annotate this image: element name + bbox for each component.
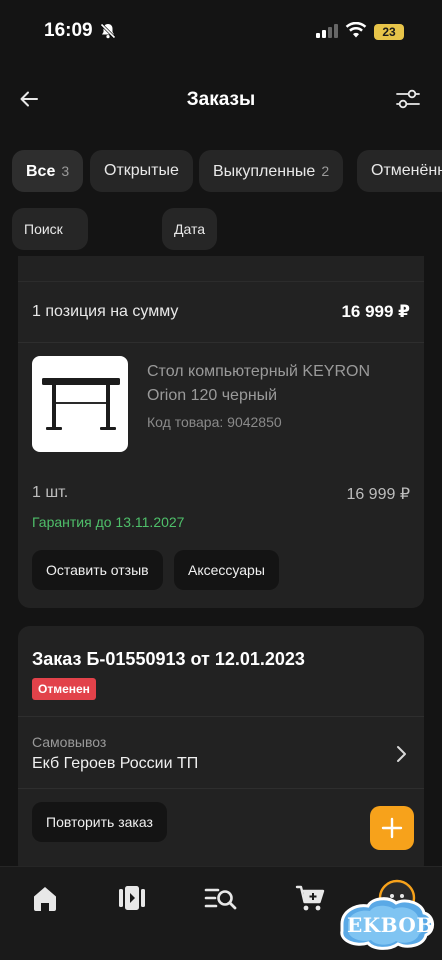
date-filter-button[interactable]: Дата (162, 208, 218, 250)
tab-cancelled[interactable]: Отменённые (357, 150, 442, 192)
product-name[interactable]: Стол компьютерный KEYRON Orion 120 черны… (147, 360, 409, 408)
tab-count: 3 (61, 163, 70, 179)
orders-search-icon[interactable] (204, 881, 238, 915)
tab-label: Отменённые (371, 162, 442, 179)
tab-label: Все (26, 163, 56, 180)
battery-icon: 23 (374, 24, 404, 40)
status-badge: Отменен (32, 678, 96, 700)
filter-sliders-icon[interactable] (394, 86, 422, 112)
tab-label: Выкупленные (213, 163, 316, 180)
order-card: Заказ Б-01550913 от 12.01.2023 Отменен С… (18, 626, 424, 876)
delivery-type: Самовывоз (32, 734, 107, 750)
cart-icon[interactable] (294, 881, 328, 915)
header: Заказы (0, 64, 442, 132)
tab-label: Открытые (104, 162, 179, 179)
warranty-text: Гарантия до 13.11.2027 (32, 514, 185, 530)
product-code: Код товара: 9042850 (147, 414, 282, 430)
product-image[interactable] (32, 356, 128, 452)
divider (18, 716, 424, 717)
tab-count: 2 (321, 163, 330, 179)
repeat-order-button[interactable]: Повторить заказ (32, 802, 167, 842)
catalog-cards-icon[interactable] (115, 881, 149, 915)
wifi-icon (345, 21, 367, 43)
page-title: Заказы (186, 89, 256, 110)
status-bar: 16:09 23 (0, 0, 442, 64)
search-orders-button[interactable]: Поиск по заказам (12, 208, 89, 321)
order-summary-price: 16 999 ₽ (341, 302, 410, 321)
tab-open[interactable]: Открытые (90, 150, 193, 192)
order-summary-label: 1 позиция на сумму (32, 303, 179, 320)
divider (18, 788, 424, 789)
tab-purchased[interactable]: Выкупленные 2 (199, 150, 344, 192)
add-fab-button[interactable] (370, 806, 414, 850)
order-title[interactable]: Заказ Б-01550913 от 12.01.2023 (32, 649, 305, 670)
watermark-text: EKBOB (347, 913, 434, 937)
status-time: 16:09 (44, 20, 93, 41)
order-card: 1 позиция на сумму 16 999 ₽ Стол компьют… (18, 256, 424, 608)
leave-review-button[interactable]: Оставить отзыв (32, 550, 163, 590)
home-icon[interactable] (28, 881, 62, 915)
product-price: 16 999 ₽ (346, 486, 410, 503)
product-quantity: 1 шт. (32, 484, 69, 501)
bell-muted-icon (99, 22, 117, 45)
divider (18, 342, 424, 343)
card-header-strip (18, 256, 424, 282)
tab-all[interactable]: Все 3 (12, 150, 84, 192)
accessories-button[interactable]: Аксессуары (174, 550, 279, 590)
delivery-point[interactable]: Екб Героев России ТП (32, 755, 198, 773)
signal-icon (316, 24, 340, 43)
chevron-right-icon[interactable] (394, 744, 408, 764)
